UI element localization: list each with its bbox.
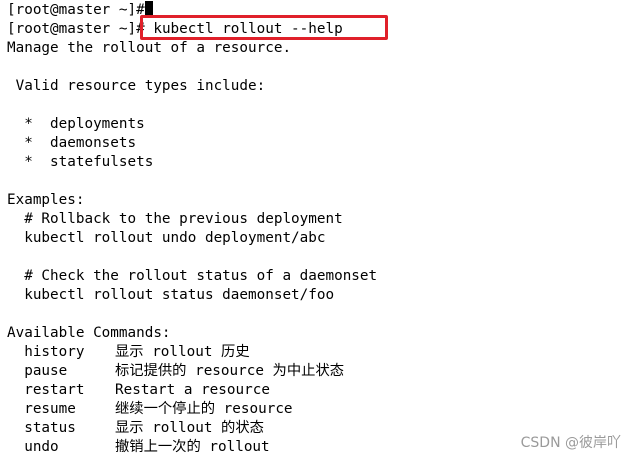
terminal-line-prompt-1: [root@master ~]# [7, 1, 153, 20]
command-description: 显示 rollout 历史 [115, 344, 250, 360]
command-row: restart Restart a resource [7, 381, 270, 400]
command-row: status 显示 rollout 的状态 [7, 419, 264, 438]
command-name: history [7, 344, 85, 360]
example-comment: # Check the rollout status of a daemonse… [7, 268, 378, 284]
command-name: status [7, 420, 76, 436]
command-row: undo 撤销上一次的 rollout [7, 438, 270, 457]
examples-heading: Examples: [7, 192, 85, 208]
example-comment: # Rollback to the previous deployment [7, 211, 343, 227]
command-name: undo [7, 439, 59, 455]
prompt-text: [root@master ~]# [7, 2, 145, 18]
help-description: Manage the rollout of a resource. [7, 40, 292, 56]
command-highlight-box [140, 15, 388, 40]
command-description: 继续一个停止的 resource [115, 401, 293, 417]
resource-type-item: * deployments [7, 116, 145, 132]
command-name: resume [7, 401, 76, 417]
command-name: pause [7, 363, 68, 379]
example-command: kubectl rollout status daemonset/foo [7, 287, 335, 303]
command-name: restart [7, 382, 85, 398]
prompt-text: [root@master ~]# [7, 21, 145, 37]
terminal-window[interactable]: [root@master ~]# [root@master ~]# kubect… [0, 0, 635, 462]
example-command: kubectl rollout undo deployment/abc [7, 230, 326, 246]
command-description: Restart a resource [115, 382, 270, 398]
valid-types-heading: Valid resource types include: [7, 78, 266, 94]
resource-type-item: * statefulsets [7, 154, 154, 170]
resource-type-item: * daemonsets [7, 135, 137, 151]
command-row: pause 标记提供的 resource 为中止状态 [7, 362, 344, 381]
command-description: 撤销上一次的 rollout [115, 439, 270, 455]
available-commands-heading: Available Commands: [7, 325, 171, 341]
command-description: 显示 rollout 的状态 [115, 420, 264, 436]
command-description: 标记提供的 resource 为中止状态 [115, 363, 345, 379]
command-row: history 显示 rollout 历史 [7, 343, 250, 362]
command-row: resume 继续一个停止的 resource [7, 400, 293, 419]
watermark: CSDN @彼岸吖 [520, 435, 621, 451]
terminal-cursor [144, 1, 153, 16]
